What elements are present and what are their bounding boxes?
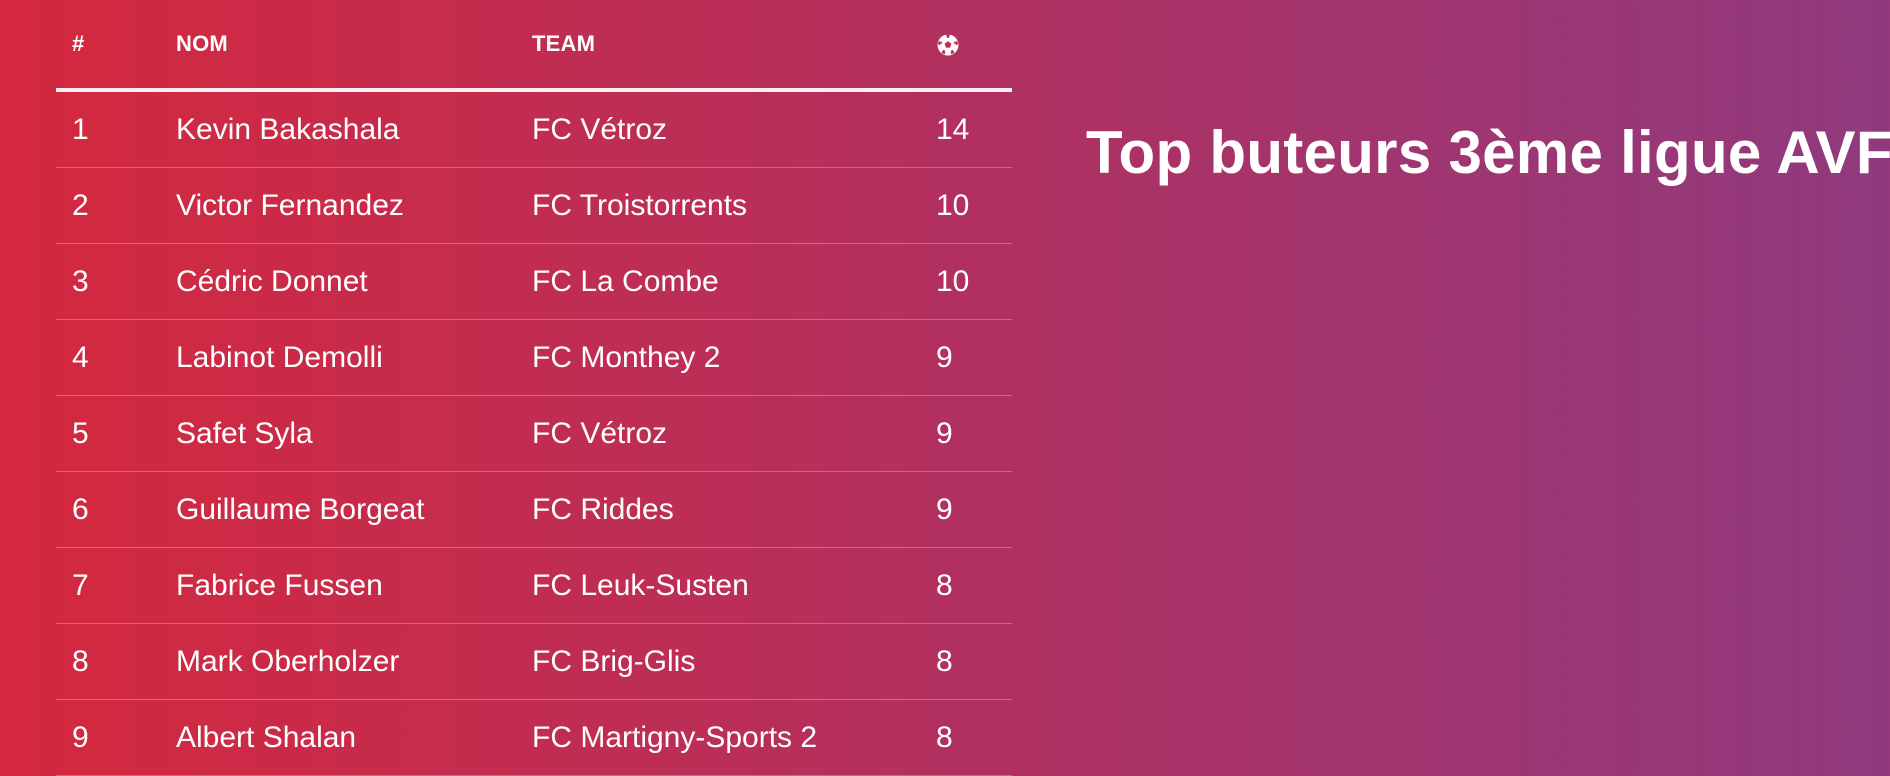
table-row: 9 Albert Shalan FC Martigny-Sports 2 8 bbox=[56, 699, 1012, 776]
table-row: 8 Mark Oberholzer FC Brig-Glis 8 bbox=[56, 623, 1012, 700]
cell-goals: 10 bbox=[936, 167, 1012, 244]
header-team: TEAM bbox=[532, 0, 936, 92]
cell-name: Kevin Bakashala bbox=[176, 90, 532, 168]
cell-rank: 6 bbox=[56, 471, 176, 548]
table-header: # NOM TEAM bbox=[56, 0, 1012, 92]
scorers-table: # NOM TEAM 1 Kevin Bakashala FC Vétroz 1… bbox=[56, 0, 1012, 776]
table-row: 5 Safet Syla FC Vétroz 9 bbox=[56, 395, 1012, 472]
cell-name: Albert Shalan bbox=[176, 699, 532, 776]
cell-rank: 5 bbox=[56, 395, 176, 472]
table-row: 4 Labinot Demolli FC Monthey 2 9 bbox=[56, 319, 1012, 396]
table-row: 2 Victor Fernandez FC Troistorrents 10 bbox=[56, 167, 1012, 244]
table-row: 1 Kevin Bakashala FC Vétroz 14 bbox=[56, 90, 1012, 168]
cell-goals: 9 bbox=[936, 395, 1012, 472]
cell-rank: 1 bbox=[56, 90, 176, 168]
cell-name: Cédric Donnet bbox=[176, 243, 532, 320]
cell-goals: 8 bbox=[936, 547, 1012, 624]
cell-goals: 14 bbox=[936, 90, 1012, 168]
table-row: 6 Guillaume Borgeat FC Riddes 9 bbox=[56, 471, 1012, 548]
soccer-ball-icon bbox=[937, 34, 959, 56]
cell-name: Labinot Demolli bbox=[176, 319, 532, 396]
table-row: 3 Cédric Donnet FC La Combe 10 bbox=[56, 243, 1012, 320]
cell-rank: 8 bbox=[56, 623, 176, 700]
cell-name: Victor Fernandez bbox=[176, 167, 532, 244]
cell-name: Safet Syla bbox=[176, 395, 532, 472]
cell-goals: 9 bbox=[936, 319, 1012, 396]
table-body: 1 Kevin Bakashala FC Vétroz 14 2 Victor … bbox=[56, 90, 1012, 776]
cell-goals: 10 bbox=[936, 243, 1012, 320]
cell-team: FC La Combe bbox=[532, 243, 936, 320]
cell-team: FC Leuk-Susten bbox=[532, 547, 936, 624]
header-goals bbox=[936, 0, 1012, 92]
cell-team: FC Monthey 2 bbox=[532, 319, 936, 396]
cell-rank: 9 bbox=[56, 699, 176, 776]
cell-team: FC Troistorrents bbox=[532, 167, 936, 244]
cell-goals: 8 bbox=[936, 623, 1012, 700]
header-name: NOM bbox=[176, 0, 532, 92]
cell-name: Fabrice Fussen bbox=[176, 547, 532, 624]
header-rank: # bbox=[56, 0, 176, 92]
cell-team: FC Brig-Glis bbox=[532, 623, 936, 700]
cell-name: Guillaume Borgeat bbox=[176, 471, 532, 548]
cell-rank: 4 bbox=[56, 319, 176, 396]
cell-name: Mark Oberholzer bbox=[176, 623, 532, 700]
cell-team: FC Martigny-Sports 2 bbox=[532, 699, 936, 776]
cell-goals: 8 bbox=[936, 699, 1012, 776]
cell-team: FC Riddes bbox=[532, 471, 936, 548]
cell-goals: 9 bbox=[936, 471, 1012, 548]
page-title: Top buteurs 3ème ligue AVF bbox=[1086, 119, 1890, 186]
table-row: 7 Fabrice Fussen FC Leuk-Susten 8 bbox=[56, 547, 1012, 624]
cell-rank: 2 bbox=[56, 167, 176, 244]
cell-team: FC Vétroz bbox=[532, 90, 936, 168]
cell-rank: 7 bbox=[56, 547, 176, 624]
cell-team: FC Vétroz bbox=[532, 395, 936, 472]
header-row: # NOM TEAM bbox=[56, 0, 1012, 92]
cell-rank: 3 bbox=[56, 243, 176, 320]
